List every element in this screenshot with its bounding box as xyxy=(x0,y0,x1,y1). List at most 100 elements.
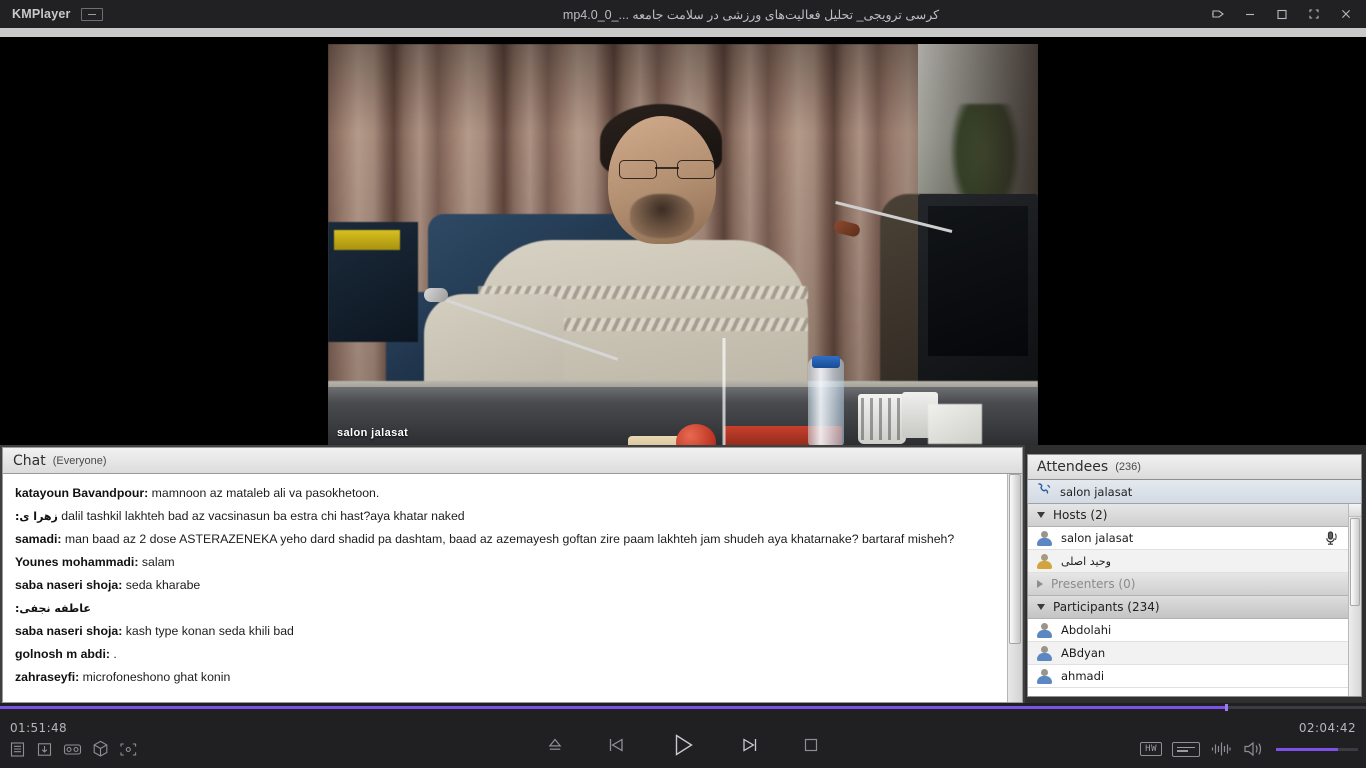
chat-message-text: dalil tashkil lakhteh bad az vacsinasun … xyxy=(57,509,465,523)
attendees-header: Attendees (236) xyxy=(1027,454,1362,480)
avatar-blue-icon xyxy=(1037,530,1052,546)
eject-icon[interactable] xyxy=(544,734,566,756)
attendees-rows-container: Hosts (2) salon jalasat وحید اصلی Presenter… xyxy=(1028,504,1348,696)
title-bar: KMPlayer کرسی ترویجی_ تحلیل فعالیت‌های و… xyxy=(0,0,1366,28)
avatar-blue-icon xyxy=(1037,645,1052,661)
attendees-scrollbar-thumb[interactable] xyxy=(1350,518,1360,606)
chat-message: katayoun Bavandpour: mamnoon az mataleb … xyxy=(13,482,997,505)
attendee-row[interactable]: salon jalasat xyxy=(1028,527,1348,550)
attendee-name: Abdolahi xyxy=(1061,623,1112,637)
chat-scrollbar[interactable] xyxy=(1007,474,1022,702)
chevron-right-icon[interactable] xyxy=(1037,580,1043,588)
chat-message-sender: saba naseri shoja: xyxy=(15,578,123,592)
seek-bar-handle[interactable] xyxy=(1225,704,1229,711)
attendee-group-header[interactable]: Presenters (0) xyxy=(1028,573,1348,596)
chat-message-text: salam xyxy=(138,555,175,569)
attendees-count: (236) xyxy=(1115,461,1141,473)
chat-message: Younes mohammadi: salam xyxy=(13,551,997,574)
microphone-active-icon xyxy=(1323,530,1340,552)
volume-icon[interactable] xyxy=(1242,739,1266,759)
chat-message: saba naseri shoja: kash type konan seda … xyxy=(13,620,997,643)
chat-message: zahraseyfi: microfoneshono ghat konin xyxy=(13,666,997,689)
attendee-row[interactable]: وحید اصلی xyxy=(1028,550,1348,573)
attendee-name: ahmadi xyxy=(1061,669,1105,683)
attendees-scrollbar[interactable] xyxy=(1348,504,1361,696)
attendees-scroll-up-button[interactable] xyxy=(1349,504,1361,517)
attendees-panel: Attendees (236) salon jalasat Hosts (2) s… xyxy=(1025,445,1366,703)
water-bottle xyxy=(808,358,844,445)
minimize-icon[interactable] xyxy=(1234,0,1266,28)
attendee-group-label: Presenters (0) xyxy=(1051,577,1136,591)
app-name: KMPlayer xyxy=(12,7,71,21)
attendee-row[interactable]: ABdyan xyxy=(1028,642,1348,665)
window-controls xyxy=(1202,0,1366,28)
video-watermark: salon jalasat xyxy=(337,427,409,439)
stop-icon[interactable] xyxy=(800,734,822,756)
next-icon[interactable] xyxy=(738,733,762,757)
chevron-down-icon[interactable] xyxy=(1037,512,1045,518)
compact-mode-button[interactable] xyxy=(80,7,103,21)
chat-message: زهرا ی: dalil tashkil lakhteh bad az vac… xyxy=(13,505,997,528)
chat-message: عاطفه نجفی: xyxy=(13,597,997,620)
chat-scrollbar-thumb[interactable] xyxy=(1009,474,1021,644)
attendee-row[interactable]: Abdolahi xyxy=(1028,619,1348,642)
attendee-row[interactable]: ahmadi xyxy=(1028,665,1348,688)
seek-bar-fill xyxy=(0,706,1226,709)
kmplayer-window: KMPlayer کرسی ترویجی_ تحلیل فعالیت‌های و… xyxy=(0,0,1366,768)
chat-message-list[interactable]: katayoun Bavandpour: mamnoon az mataleb … xyxy=(2,473,1023,703)
chat-message-text: microfoneshono ghat konin xyxy=(79,670,231,684)
volume-slider[interactable] xyxy=(1276,747,1358,751)
glass-rod xyxy=(722,338,726,445)
hardware-accel-icon[interactable]: HW xyxy=(1140,742,1162,756)
maximize-icon[interactable] xyxy=(1266,0,1298,28)
seek-bar[interactable] xyxy=(0,704,1366,711)
attendees-list[interactable]: Hosts (2) salon jalasat وحید اصلی Presenter… xyxy=(1027,504,1362,697)
chat-message-text: man baad az 2 dose ASTERAZENEKA yeho dar… xyxy=(61,532,955,546)
chat-message: golnosh m abdi: . xyxy=(13,643,997,666)
title-bar-left: KMPlayer xyxy=(0,7,300,21)
subtitle-icon[interactable] xyxy=(1172,741,1200,757)
right-tool-group: HW xyxy=(1140,739,1358,759)
window-title: کرسی ترویجی_ تحلیل فعالیت‌های ورزشی در س… xyxy=(562,7,940,22)
avatar-blue-icon xyxy=(1037,668,1052,684)
chat-message-text: seda kharabe xyxy=(122,578,201,592)
attendees-title: Attendees xyxy=(1037,459,1109,475)
chat-message-sender: عاطفه نجفی: xyxy=(15,602,91,615)
glasses xyxy=(619,160,715,179)
chat-title: Chat xyxy=(13,452,46,469)
chat-message-sender: golnosh m abdi: xyxy=(15,647,110,661)
chat-message-text: kash type konan seda khili bad xyxy=(122,624,294,638)
chat-message-text: mamnoon az mataleb ali va pasokhetoon. xyxy=(148,486,380,500)
microphone-head-left xyxy=(424,288,448,302)
left-yellow-sign xyxy=(334,230,400,250)
previous-icon[interactable] xyxy=(604,733,628,757)
attendee-name: salon jalasat xyxy=(1061,531,1134,545)
attendee-group-header[interactable]: Participants (234) xyxy=(1028,596,1348,619)
bottle-cap xyxy=(812,356,840,368)
chat-scope-label: (Everyone) xyxy=(52,454,107,467)
chat-message-sender: zahraseyfi: xyxy=(15,670,80,684)
chat-header: Chat (Everyone) xyxy=(2,447,1023,473)
avatar-gold-icon xyxy=(1037,553,1052,569)
beard xyxy=(630,194,694,238)
phone-icon xyxy=(1036,482,1052,502)
chat-message-text: . xyxy=(109,647,117,661)
video-display-area[interactable]: salon jalasat xyxy=(0,28,1366,445)
attendee-phone-row[interactable]: salon jalasat xyxy=(1027,480,1362,504)
attendee-name: وحید اصلی xyxy=(1061,554,1111,568)
video-frame: salon jalasat xyxy=(328,44,1038,445)
video-top-strip xyxy=(0,28,1366,37)
attendee-phone-name: salon jalasat xyxy=(1060,484,1133,499)
attendee-group-header[interactable]: Hosts (2) xyxy=(1028,504,1348,527)
chat-message-sender: Younes mohammadi: xyxy=(15,555,139,569)
chat-message-sender: saba naseri shoja: xyxy=(15,624,123,638)
fullscreen-icon[interactable] xyxy=(1298,0,1330,28)
chevron-down-icon[interactable] xyxy=(1037,604,1045,610)
play-icon[interactable] xyxy=(666,728,700,762)
avatar-blue-icon xyxy=(1037,622,1052,638)
close-icon[interactable] xyxy=(1330,0,1362,28)
chat-message: saba naseri shoja: seda kharabe xyxy=(13,574,997,597)
equalizer-icon[interactable] xyxy=(1210,740,1232,758)
attendee-group-label: Hosts (2) xyxy=(1053,508,1108,522)
cast-icon[interactable] xyxy=(1202,0,1234,28)
